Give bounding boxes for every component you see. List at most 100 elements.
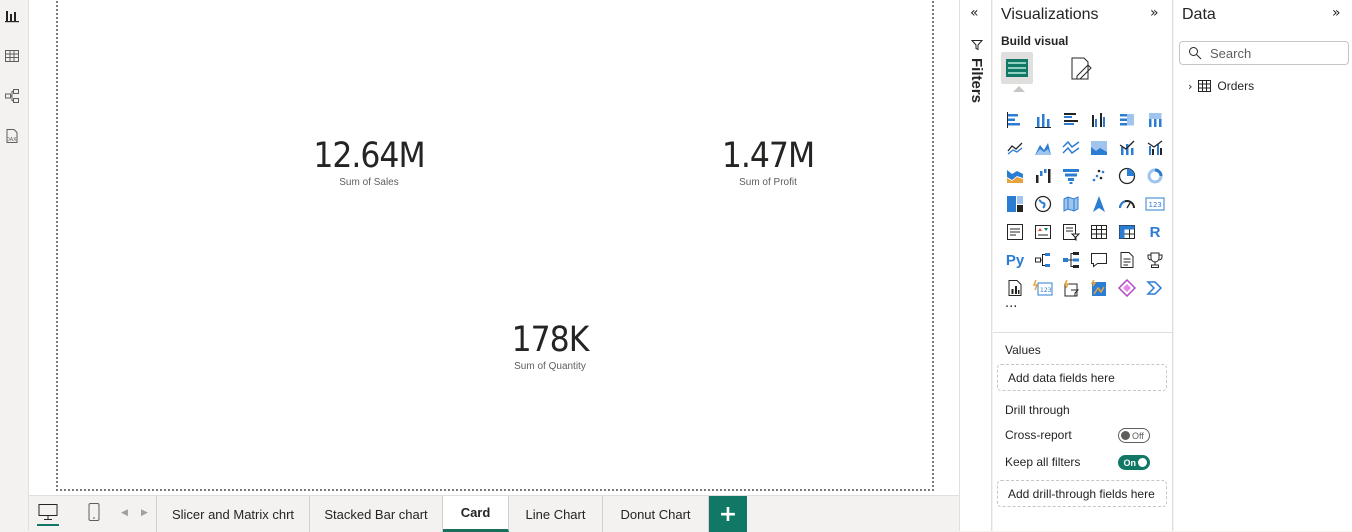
- cross-report-label: Cross-report: [1005, 428, 1072, 442]
- collapse-visualizations-icon[interactable]: »: [1150, 5, 1159, 21]
- mobile-layout-icon[interactable]: [87, 502, 101, 526]
- power-apps-diamond-icon[interactable]: [1113, 274, 1141, 302]
- add-page-button[interactable]: +: [709, 496, 747, 532]
- toggle-state: Off: [1132, 430, 1144, 441]
- slicer-icon[interactable]: [1057, 218, 1085, 246]
- model-view-icon[interactable]: [2, 86, 22, 106]
- decomposition-tree-icon[interactable]: [1057, 246, 1085, 274]
- ribbon-chart-icon[interactable]: [1001, 162, 1029, 190]
- visual-type-grid: 123 R Py 123: [1001, 106, 1169, 302]
- 100-stacked-bar-chart-icon[interactable]: [1113, 106, 1141, 134]
- arcgis-map-icon[interactable]: [1085, 274, 1113, 302]
- paginated-report-icon[interactable]: [1001, 274, 1029, 302]
- toggle-state: On: [1123, 457, 1137, 468]
- card-label: Sum of Profit: [739, 177, 797, 188]
- report-view-icon[interactable]: [2, 6, 22, 26]
- filled-map-icon[interactable]: [1057, 190, 1085, 218]
- pie-chart-icon[interactable]: [1113, 162, 1141, 190]
- scatter-chart-icon[interactable]: [1085, 162, 1113, 190]
- treemap-icon[interactable]: [1001, 190, 1029, 218]
- filter-funnel-icon: [970, 36, 984, 55]
- build-visual-label: Build visual: [1001, 34, 1069, 48]
- card-value: 1.47M: [721, 136, 815, 176]
- collapse-data-icon[interactable]: »: [1332, 5, 1341, 21]
- tab-line-chart[interactable]: Line Chart: [509, 496, 603, 532]
- report-page[interactable]: 12.64M Sum of Sales 1.47M Sum of Profit …: [56, 0, 934, 491]
- drill-through-drop-zone[interactable]: Add drill-through fields here: [997, 480, 1167, 507]
- svg-text:123: 123: [1149, 201, 1162, 209]
- area-chart-icon[interactable]: [1029, 134, 1057, 162]
- kpi-icon[interactable]: [1029, 218, 1057, 246]
- smart-narrative-icon[interactable]: [1113, 246, 1141, 274]
- card-label: Sum of Sales: [339, 177, 399, 188]
- 100-stacked-column-chart-icon[interactable]: [1141, 106, 1169, 134]
- stacked-bar-chart-icon[interactable]: [1001, 106, 1029, 134]
- search-icon: [1189, 47, 1202, 60]
- r-visual-icon[interactable]: R: [1141, 218, 1169, 246]
- stacked-column-chart-icon[interactable]: [1029, 106, 1057, 134]
- donut-chart-icon[interactable]: [1141, 162, 1169, 190]
- card-visual-quantity[interactable]: 178K Sum of Quantity: [450, 320, 650, 374]
- table-view-icon[interactable]: [2, 46, 22, 66]
- scroll-left-icon[interactable]: ◀: [121, 508, 128, 518]
- toggle-knob: [1121, 431, 1130, 440]
- cross-report-toggle[interactable]: Off: [1118, 428, 1150, 443]
- data-title: Data: [1182, 6, 1216, 23]
- filters-pane[interactable]: « Filters: [959, 0, 992, 531]
- table-icon[interactable]: [1085, 218, 1113, 246]
- matrix-icon[interactable]: [1113, 218, 1141, 246]
- values-drop-zone[interactable]: Add data fields here: [997, 364, 1167, 391]
- line-and-stacked-column-icon[interactable]: [1113, 134, 1141, 162]
- tab-slicer-and-matrix[interactable]: Slicer and Matrix chrt: [156, 496, 310, 532]
- metrics-trophy-icon[interactable]: [1141, 246, 1169, 274]
- line-and-clustered-column-icon[interactable]: [1141, 134, 1169, 162]
- search-placeholder: Search: [1210, 45, 1252, 61]
- scroll-right-icon[interactable]: ▶: [141, 508, 148, 518]
- data-search-input[interactable]: Search: [1179, 41, 1349, 65]
- report-canvas: 12.64M Sum of Sales 1.47M Sum of Profit …: [29, 0, 959, 495]
- table-name: Orders: [1217, 79, 1255, 93]
- power-apps-icon[interactable]: [1057, 274, 1085, 302]
- power-automate-card-icon[interactable]: 123: [1029, 274, 1057, 302]
- key-influencers-icon[interactable]: [1029, 246, 1057, 274]
- svg-text:123: 123: [1040, 287, 1052, 294]
- line-chart-icon[interactable]: [1001, 134, 1029, 162]
- stacked-area-chart-icon[interactable]: [1057, 134, 1085, 162]
- filters-title: Filters: [968, 58, 985, 104]
- tab-card[interactable]: Card: [443, 496, 509, 532]
- card-value: 12.64M: [313, 136, 425, 176]
- more-visuals-button[interactable]: ···: [1005, 300, 1017, 315]
- card-visual-profit[interactable]: 1.47M Sum of Profit: [668, 136, 868, 190]
- power-automate-icon[interactable]: [1141, 274, 1169, 302]
- funnel-chart-icon[interactable]: [1057, 162, 1085, 190]
- card-icon[interactable]: 123: [1141, 190, 1169, 218]
- card-visual-sales[interactable]: 12.64M Sum of Sales: [269, 136, 469, 190]
- azure-map-icon[interactable]: [1085, 190, 1113, 218]
- python-visual-icon[interactable]: Py: [1001, 246, 1029, 274]
- table-item-orders[interactable]: › Orders: [1188, 79, 1254, 93]
- tab-donut-chart[interactable]: Donut Chart: [603, 496, 709, 532]
- expand-filters-icon[interactable]: «: [970, 5, 979, 21]
- toggle-knob: [1138, 458, 1147, 467]
- card-label: Sum of Quantity: [514, 361, 586, 372]
- tab-stacked-bar-chart[interactable]: Stacked Bar chart: [310, 496, 443, 532]
- drill-through-label: Drill through: [1005, 403, 1070, 417]
- keep-all-filters-toggle[interactable]: On: [1118, 455, 1150, 470]
- qa-visual-icon[interactable]: [1085, 246, 1113, 274]
- clustered-column-chart-icon[interactable]: [1085, 106, 1113, 134]
- chevron-right-icon[interactable]: ›: [1188, 80, 1192, 93]
- gauge-icon[interactable]: [1113, 190, 1141, 218]
- waterfall-chart-icon[interactable]: [1029, 162, 1057, 190]
- build-visual-tab[interactable]: [1001, 52, 1033, 84]
- clustered-bar-chart-icon[interactable]: [1057, 106, 1085, 134]
- 100-stacked-area-chart-icon[interactable]: [1085, 134, 1113, 162]
- desktop-layout-icon[interactable]: [37, 502, 59, 526]
- multi-row-card-icon[interactable]: [1001, 218, 1029, 246]
- visualizations-title: Visualizations: [1001, 6, 1099, 23]
- dax-query-icon[interactable]: DAX: [2, 126, 22, 146]
- svg-text:DAX: DAX: [6, 137, 17, 143]
- map-icon[interactable]: [1029, 190, 1057, 218]
- page-tabs-bar: ◀ ▶ Slicer and Matrix chrt Stacked Bar c…: [29, 495, 959, 532]
- format-visual-icon[interactable]: [1069, 56, 1095, 86]
- selected-indicator: [1013, 86, 1025, 92]
